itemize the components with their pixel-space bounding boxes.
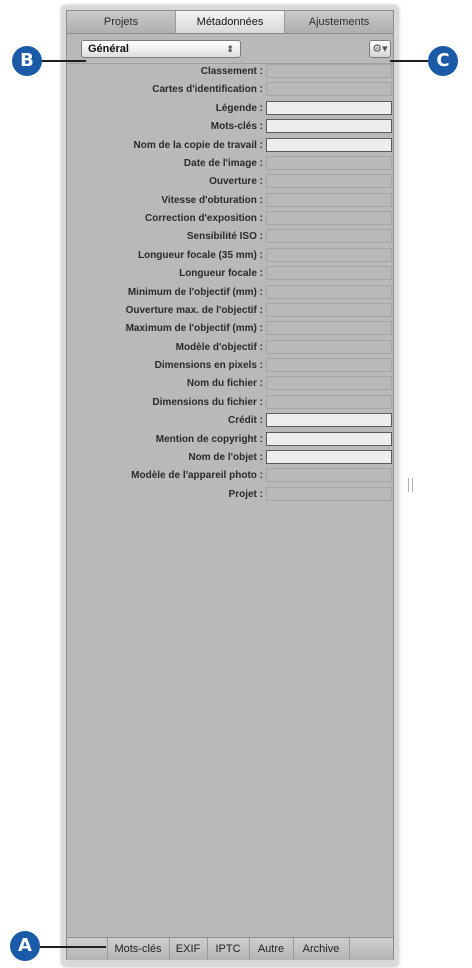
metadata-field-input [266, 486, 392, 501]
inspector-tabs: Projets Métadonnées Ajustements [67, 11, 393, 34]
metadata-field-row: Modèle de l'appareil photo : [67, 467, 393, 485]
callout-b: B [12, 46, 42, 76]
metadata-field-row: Cartes d'identification : [67, 81, 393, 99]
metadata-field-label: Longueur focale : [179, 268, 263, 280]
metadata-field-row: Ouverture max. de l'objectif : [67, 302, 393, 320]
metadata-field-input[interactable] [266, 137, 392, 152]
tab-metadonnees[interactable]: Métadonnées [176, 11, 285, 33]
metadata-field-row: Nom de la copie de travail : [67, 137, 393, 155]
metadata-field-row: Modèle d'objectif : [67, 339, 393, 357]
metadata-field-row: Mots-clés : [67, 118, 393, 136]
metadata-field-label: Mention de copyright : [155, 433, 263, 445]
callout-b-line [40, 60, 86, 62]
metadata-field-row: Longueur focale (35 mm) : [67, 247, 393, 265]
metadata-field-input [266, 64, 392, 78]
metadata-field-label: Minimum de l'objectif (mm) : [127, 286, 263, 298]
metadata-field-label: Mots-clés : [210, 121, 263, 133]
metadata-field-input [266, 339, 392, 354]
callout-a-line [40, 946, 106, 948]
metadata-inspector: Projets Métadonnées Ajustements Général … [66, 10, 394, 960]
metadata-field-label: Dimensions en pixels : [154, 360, 263, 371]
callout-a: A [10, 931, 40, 961]
metadata-view-select[interactable]: Général ⇕ [81, 40, 241, 58]
metadata-field-input [266, 82, 392, 97]
metadata-field-input [266, 284, 392, 299]
metadata-field-input [266, 376, 392, 391]
metadata-field-row: Légende : [67, 100, 393, 118]
tab-ajustements[interactable]: Ajustements [285, 11, 393, 33]
metadata-field-label: Maximum de l'objectif (mm) : [125, 323, 263, 335]
metadata-field-label: Longueur focale (35 mm) : [137, 249, 263, 261]
metadata-field-label: Cartes d'identification : [152, 84, 263, 96]
metadata-field-row: Correction d'exposition : [67, 210, 393, 228]
action-menu-button[interactable]: ⚙▾ [369, 40, 391, 58]
metadata-field-row: Dimensions en pixels : [67, 357, 393, 375]
metadata-field-row: Nom du fichier : [67, 375, 393, 393]
metadata-field-row: Classement : [67, 63, 393, 81]
metadata-field-label: Projet : [228, 488, 263, 500]
metadata-field-input [266, 302, 392, 317]
metadata-field-row: Dimensions du fichier : [67, 394, 393, 412]
metadata-field-label: Ouverture : [209, 176, 263, 188]
metadata-field-input [266, 468, 392, 483]
metadata-field-row: Projet : [67, 486, 393, 504]
metadata-field-label: Dimensions du fichier : [152, 396, 263, 408]
metadata-field-row: Maximum de l'objectif (mm) : [67, 320, 393, 338]
metadata-field-row: Ouverture : [67, 173, 393, 191]
metadata-field-label: Légende : [215, 102, 263, 114]
metadata-field-label: Nom du fichier : [186, 378, 263, 390]
metadata-field-label: Modèle d'objectif : [175, 341, 263, 353]
metadata-field-label: Date de l'image : [183, 157, 263, 169]
bottom-button-archive[interactable]: Archive [293, 938, 350, 960]
metadata-fields: Classement : Cartes d'identification : Lég… [67, 63, 393, 504]
metadata-field-label: Crédit : [228, 415, 263, 427]
resize-handle[interactable] [408, 478, 413, 492]
metadata-field-input [266, 155, 392, 170]
metadata-field-input [266, 247, 392, 262]
metadata-field-label: Modèle de l'appareil photo : [131, 470, 263, 482]
metadata-field-input [266, 266, 392, 281]
bottom-button-iptc[interactable]: IPTC [207, 938, 250, 960]
bottom-button-exif[interactable]: EXIF [169, 938, 208, 960]
metadata-field-input[interactable] [266, 449, 392, 464]
metadata-field-label: Classement : [200, 66, 263, 77]
metadata-field-row: Crédit : [67, 412, 393, 430]
metadata-field-input [266, 211, 392, 225]
metadata-field-input [266, 229, 392, 244]
metadata-field-input [266, 174, 392, 189]
bottom-bar-spacer [67, 938, 108, 960]
metadata-field-input[interactable] [266, 431, 392, 446]
metadata-field-label: Vitesse d'obturation : [161, 194, 263, 206]
bottom-button-autre[interactable]: Autre [249, 938, 294, 960]
gear-icon: ⚙▾ [372, 43, 388, 55]
metadata-field-input [266, 358, 392, 372]
metadata-field-row: Mention de copyright : [67, 431, 393, 449]
metadata-field-input[interactable] [266, 119, 392, 134]
metadata-field-row: Nom de l'objet : [67, 449, 393, 467]
metadata-field-row: Longueur focale : [67, 265, 393, 283]
metadata-field-row: Vitesse d'obturation : [67, 192, 393, 210]
metadata-toolbar: Général ⇕ ⚙▾ [67, 33, 393, 64]
metadata-field-input[interactable] [266, 413, 392, 428]
metadata-view-value: Général [88, 43, 129, 55]
select-arrows-icon: ⇕ [226, 44, 234, 54]
metadata-field-row: Sensibilité ISO : [67, 228, 393, 246]
metadata-field-input [266, 394, 392, 409]
tab-projets[interactable]: Projets [67, 11, 176, 33]
metadata-field-input [266, 192, 392, 207]
metadata-field-input[interactable] [266, 100, 392, 115]
metadata-field-input [266, 321, 392, 336]
metadata-field-label: Sensibilité ISO : [186, 231, 263, 243]
metadata-field-label: Ouverture max. de l'objectif : [125, 304, 263, 316]
metadata-field-row: Minimum de l'objectif (mm) : [67, 284, 393, 302]
metadata-field-label: Nom de la copie de travail : [133, 139, 263, 151]
callout-c: C [428, 46, 458, 76]
metadata-field-label: Nom de l'objet : [188, 451, 263, 463]
bottom-button-mots-cles[interactable]: Mots-clés [107, 938, 170, 960]
metadata-field-label: Correction d'exposition : [145, 213, 263, 224]
metadata-field-row: Date de l'image : [67, 155, 393, 173]
metadata-bottom-bar: Mots-clés EXIF IPTC Autre Archive [67, 937, 393, 960]
